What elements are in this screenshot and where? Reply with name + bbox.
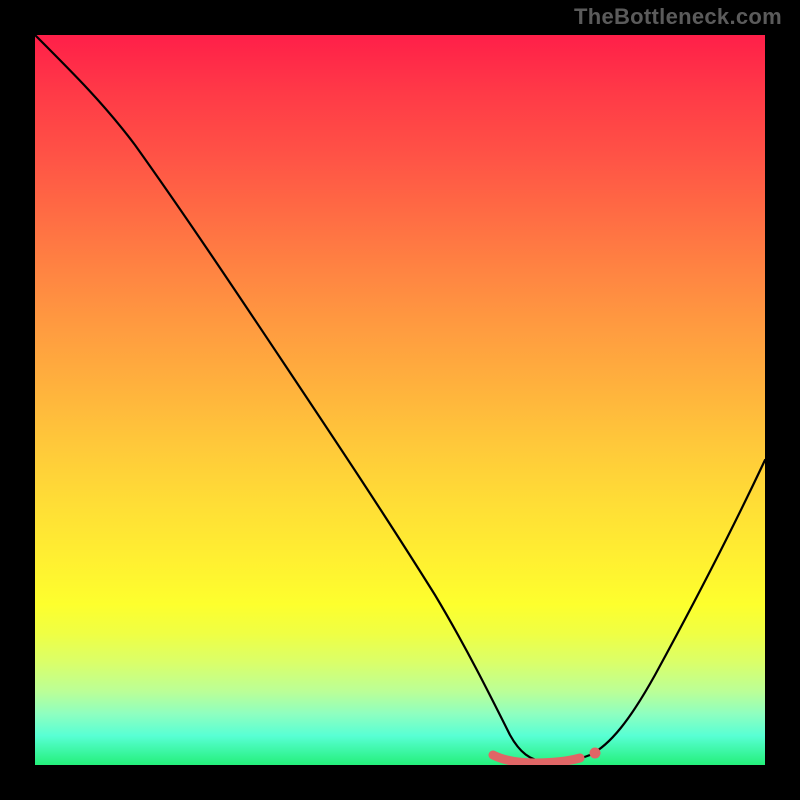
optimal-range-highlight [493,755,580,763]
bottleneck-curve [35,35,765,762]
curve-svg [35,35,765,765]
optimal-range-end-dot [590,748,601,759]
chart-frame: TheBottleneck.com [0,0,800,800]
watermark-text: TheBottleneck.com [574,4,782,30]
plot-area [35,35,765,765]
